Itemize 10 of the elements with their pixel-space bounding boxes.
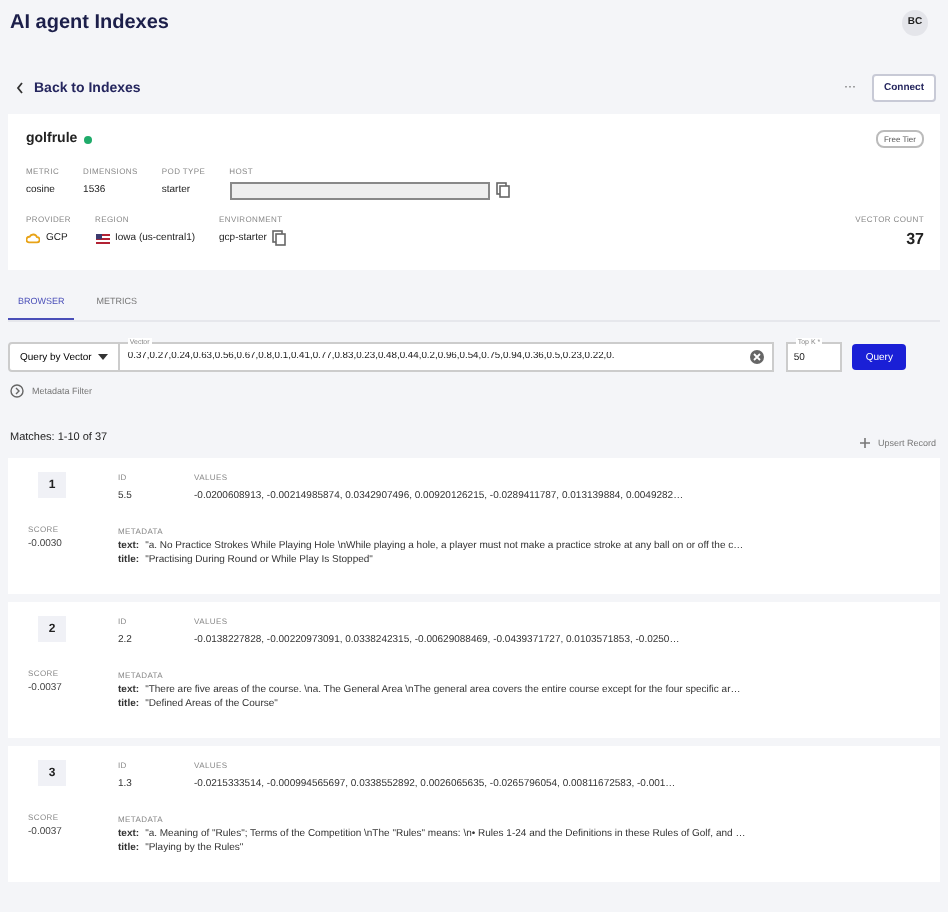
clear-icon[interactable] — [749, 350, 764, 364]
cloud-icon — [26, 232, 40, 244]
chevron-left-icon — [16, 82, 24, 94]
caret-icon — [97, 354, 108, 360]
copy-icon[interactable] — [495, 182, 510, 198]
page-title: AI agent Indexes — [10, 11, 171, 33]
plus-icon — [859, 437, 870, 447]
flag-icon — [95, 233, 109, 243]
vector-count: 37 — [906, 230, 924, 248]
copy-icon[interactable] — [272, 230, 287, 246]
